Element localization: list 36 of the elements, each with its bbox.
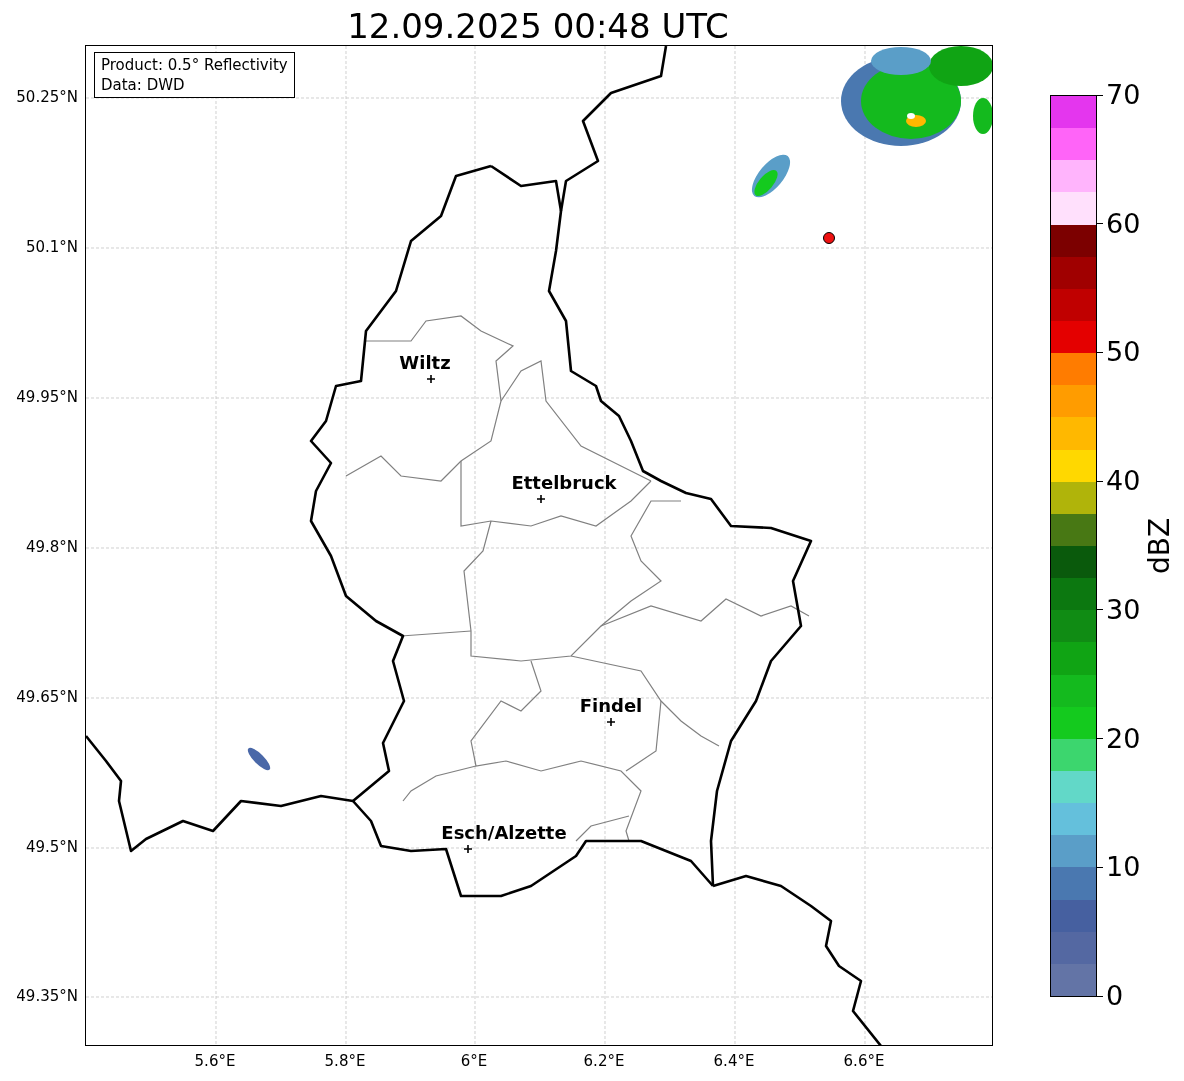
colorbar-tick-label: 10: [1106, 852, 1141, 883]
longitude-label: 5.8°E: [323, 1052, 367, 1070]
latitude-label: 50.1°N: [24, 238, 78, 256]
longitude-label: 6.2°E: [582, 1052, 626, 1070]
colorbar-axis-label: dBZ: [1144, 516, 1176, 577]
info-text: Product: 0.5° Reflectivity: [101, 55, 288, 75]
latitude-label: 50.25°N: [15, 88, 78, 106]
radar-echo-drawing: [247, 747, 271, 771]
chart-title: 12.09.2025 00:48 UTC: [346, 5, 730, 48]
latitude-label: 49.5°N: [24, 838, 78, 856]
city-marker-icon: [606, 717, 616, 727]
city-label: Esch/Alzette: [441, 822, 567, 843]
colorbar-tick-label: 20: [1106, 723, 1141, 754]
colorbar-tick-label: 40: [1106, 466, 1141, 497]
longitude-label: 6.4°E: [712, 1052, 756, 1070]
latitude-label: 49.65°N: [15, 688, 78, 706]
longitude-label: 5.6°E: [193, 1052, 237, 1070]
radar-site-marker: [823, 232, 835, 244]
colorbar-tick-label: 50: [1106, 337, 1141, 368]
colorbar-tick-label: 30: [1106, 594, 1141, 625]
latitude-label: 49.8°N: [24, 538, 78, 556]
colorbar-tick-label: 0: [1106, 981, 1124, 1011]
city-marker-icon: [536, 494, 546, 504]
longitude-label: 6.6°E: [842, 1052, 886, 1070]
radar-echo-drawing: [751, 154, 791, 198]
city-marker-icon: [463, 844, 473, 854]
city-label: Wiltz: [399, 352, 451, 373]
city-label: Ettelbruck: [511, 472, 617, 493]
latitude-label: 49.95°N: [15, 388, 78, 406]
latitude-label: 49.35°N: [15, 987, 78, 1005]
longitude-label: 6°E: [459, 1052, 489, 1070]
info-text: Data: DWD: [101, 75, 186, 95]
colorbar-tick-label: 70: [1106, 80, 1141, 110]
colorbar-tick-label: 60: [1106, 208, 1141, 239]
city-label: Findel: [579, 695, 643, 716]
city-marker-icon: [426, 374, 436, 384]
